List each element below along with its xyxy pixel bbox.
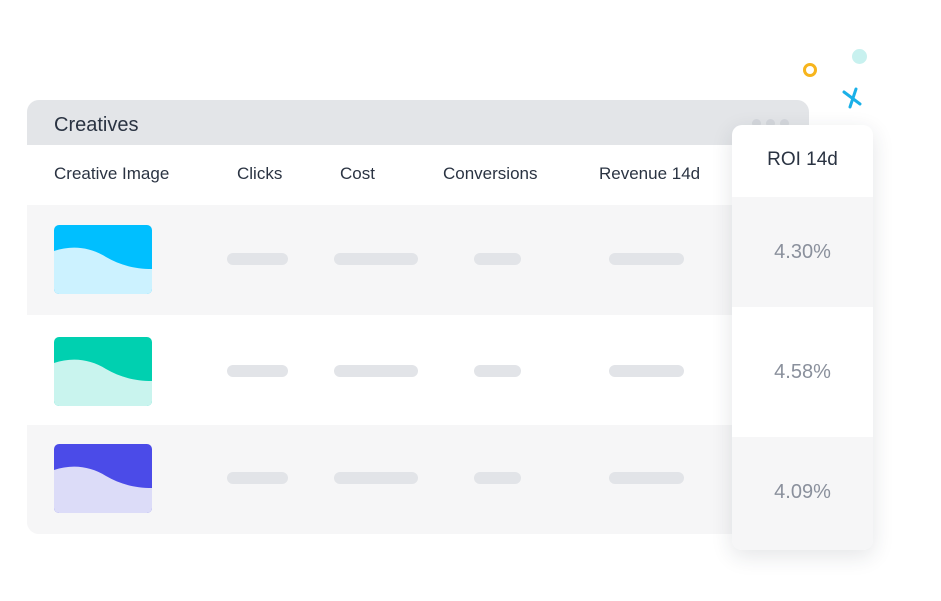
table-row[interactable] (27, 315, 809, 425)
revenue-placeholder (609, 253, 684, 265)
card-title: Creatives (54, 114, 139, 136)
cost-placeholder (334, 253, 418, 265)
creatives-table-card: Creatives Creative Image Clicks Cost Con… (27, 100, 809, 534)
decor-dot (852, 49, 867, 64)
column-header-row: Creative Image Clicks Cost Conversions R… (27, 145, 809, 205)
clicks-placeholder (227, 472, 288, 484)
column-header-revenue[interactable]: Revenue 14d (599, 164, 700, 184)
clicks-placeholder (227, 365, 288, 377)
revenue-placeholder (609, 365, 684, 377)
roi-value: 4.58% (732, 307, 873, 437)
decor-cross-icon (842, 87, 862, 109)
table-row[interactable] (27, 425, 809, 534)
column-header-creative-image[interactable]: Creative Image (54, 164, 169, 184)
creative-thumbnail[interactable] (54, 444, 152, 513)
table-row[interactable] (27, 205, 809, 315)
conversions-placeholder (474, 253, 521, 265)
decor-ring (803, 63, 817, 77)
creative-thumbnail[interactable] (54, 337, 152, 406)
conversions-placeholder (474, 365, 521, 377)
column-header-conversions[interactable]: Conversions (443, 164, 538, 184)
conversions-placeholder (474, 472, 521, 484)
card-header: Creatives (27, 100, 809, 145)
cost-placeholder (334, 472, 418, 484)
clicks-placeholder (227, 253, 288, 265)
roi-column-card: ROI 14d 4.30% 4.58% 4.09% (732, 125, 873, 550)
roi-value: 4.30% (732, 197, 873, 307)
column-header-cost[interactable]: Cost (340, 164, 375, 184)
creative-thumbnail[interactable] (54, 225, 152, 294)
revenue-placeholder (609, 472, 684, 484)
column-header-clicks[interactable]: Clicks (237, 164, 282, 184)
column-header-roi[interactable]: ROI 14d (732, 125, 873, 197)
roi-value: 4.09% (732, 437, 873, 550)
cost-placeholder (334, 365, 418, 377)
